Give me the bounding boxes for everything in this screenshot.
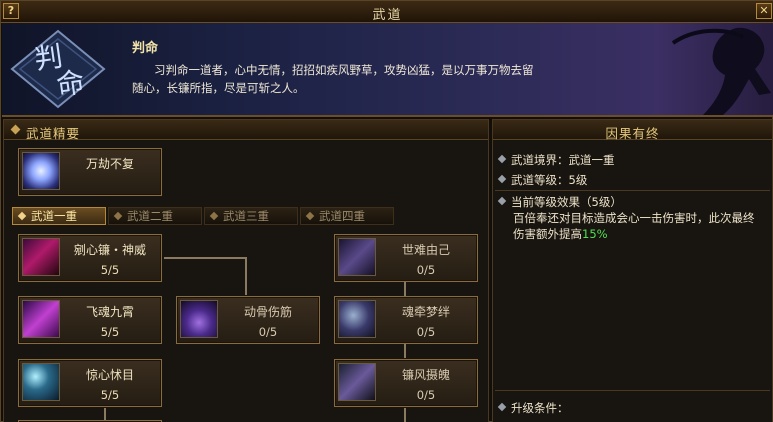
window-title: 武道 [372, 8, 403, 23]
skill-name: 剜心镰・神威 [73, 243, 146, 257]
essentials-title: 武道精要 [26, 126, 81, 141]
essence-skill-name: 万劫不复 [85, 157, 134, 171]
tab-label: 武道四重 [319, 209, 365, 223]
connector-line [404, 408, 406, 422]
tab-tier-2[interactable]: 武道二重 [108, 207, 202, 225]
bullet-icon [497, 196, 507, 206]
skill-name: 镰风摄魄 [401, 368, 450, 382]
title-bar[interactable]: ? 武道 ✕ [1, 1, 773, 23]
martial-dao-window: ? 武道 ✕ 判 命 判命 习判命一道者，心中无情，招招如疾风野草，攻势凶猛，是… [0, 0, 773, 422]
effect-value: 15% [582, 227, 608, 241]
skill-level: 5/5 [100, 263, 120, 277]
skill-level: 5/5 [100, 388, 120, 402]
upgrade-title: 升级条件： [511, 401, 569, 415]
upgrade-row: 升级条件： [497, 400, 569, 416]
effect-title-row: 当前等级效果（5级） [497, 194, 622, 210]
skill-level: 0/5 [416, 263, 436, 277]
moon-skill-icon [22, 363, 60, 401]
svg-text:命: 命 [54, 65, 86, 102]
diamond-icon [305, 211, 315, 221]
skill-card-fate[interactable]: 世难由己 0/5 [334, 234, 478, 282]
diamond-icon [209, 211, 219, 221]
tab-label: 武道二重 [127, 209, 173, 223]
shadow-skill-icon [338, 238, 376, 276]
swirl-skill-icon [22, 152, 60, 190]
path-description-line-2: 随心，长镰所指，尽是可斩之人。 [132, 81, 305, 95]
skill-name: 世难由己 [401, 243, 450, 257]
skill-level: 0/5 [258, 325, 278, 339]
spirit-skill-icon [338, 300, 376, 338]
skill-level: 5/5 [100, 325, 120, 339]
level-row: 武道等级：5级 [497, 172, 588, 188]
essentials-header: 武道精要 [4, 120, 488, 141]
skill-name: 动骨伤筋 [243, 305, 292, 319]
level-text: 武道等级：5级 [511, 173, 588, 187]
realm-text: 武道境界：武道一重 [511, 153, 615, 167]
wind-skill-icon [338, 363, 376, 401]
path-description-line-1: 习判命一道者，心中无情，招招如疾风野草，攻势凶猛，是以万事万物去留 [154, 63, 534, 77]
bullet-icon [497, 402, 507, 412]
path-header: 判 命 判命 习判命一道者，心中无情，招招如疾风野草，攻势凶猛，是以万事万物去留… [2, 23, 773, 117]
reaper-silhouette-icon [671, 27, 771, 115]
skill-card-soul-bond[interactable]: 魂牵梦绊 0/5 [334, 296, 478, 344]
karma-header: 因果有终 [493, 120, 772, 141]
diamond-icon [17, 211, 27, 221]
diamond-icon [10, 124, 21, 135]
skill-card-soul-flight[interactable]: 飞魂九霄 5/5 [18, 296, 162, 344]
connector-line [164, 257, 246, 259]
bullet-icon [497, 174, 507, 184]
essence-skill-card[interactable]: 万劫不复 [18, 148, 162, 196]
soul-skill-icon [22, 300, 60, 338]
skill-name: 魂牵梦绊 [401, 305, 450, 319]
skill-card-terror[interactable]: 惊心怵目 5/5 [18, 359, 162, 407]
close-button[interactable]: ✕ [756, 3, 772, 19]
effect-title: 当前等级效果（5级） [511, 195, 622, 209]
karma-title: 因果有终 [605, 126, 660, 141]
skill-card-scythe-wind[interactable]: 镰风摄魄 0/5 [334, 359, 478, 407]
connector-line [404, 282, 406, 296]
divider [495, 190, 770, 191]
effect-description: 百倍奉还对目标造成会心一击伤害时，此次最终伤害额外提高15% [513, 210, 765, 242]
skill-card-scythe-divine[interactable]: 剜心镰・神威 5/5 [18, 234, 162, 282]
connector-line [404, 344, 406, 358]
path-name: 判命 [132, 41, 159, 56]
skill-name: 飞魂九霄 [85, 305, 134, 319]
scythe-skill-icon [22, 238, 60, 276]
skill-level: 0/5 [416, 388, 436, 402]
divider [495, 390, 770, 391]
skill-card-bone-break[interactable]: 动骨伤筋 0/5 [176, 296, 320, 344]
essentials-panel: 武道精要 万劫不复 武道一重 武道二重 武道三重 武道四重 剜心镰・神威 5/5… [3, 119, 489, 422]
path-emblem-icon: 判 命 [10, 29, 106, 109]
tab-label: 武道一重 [31, 209, 77, 223]
connector-line [245, 257, 247, 295]
path-description: 习判命一道者，心中无情，招招如疾风野草，攻势凶猛，是以万事万物去留 随心，长镰所… [132, 61, 572, 97]
karma-panel: 因果有终 武道境界：武道一重 武道等级：5级 当前等级效果（5级） 百倍奉还对目… [492, 119, 773, 422]
skill-name: 惊心怵目 [85, 368, 134, 382]
effect-text: 百倍奉还对目标造成会心一击伤害时，此次最终伤害额外提高 [513, 211, 755, 241]
tab-tier-1[interactable]: 武道一重 [12, 207, 106, 225]
skill-level: 0/5 [416, 325, 436, 339]
bullet-icon [497, 154, 507, 164]
realm-row: 武道境界：武道一重 [497, 152, 615, 168]
flame-skill-icon [180, 300, 218, 338]
tab-tier-3[interactable]: 武道三重 [204, 207, 298, 225]
tab-label: 武道三重 [223, 209, 269, 223]
diamond-icon [113, 211, 123, 221]
tab-tier-4[interactable]: 武道四重 [300, 207, 394, 225]
